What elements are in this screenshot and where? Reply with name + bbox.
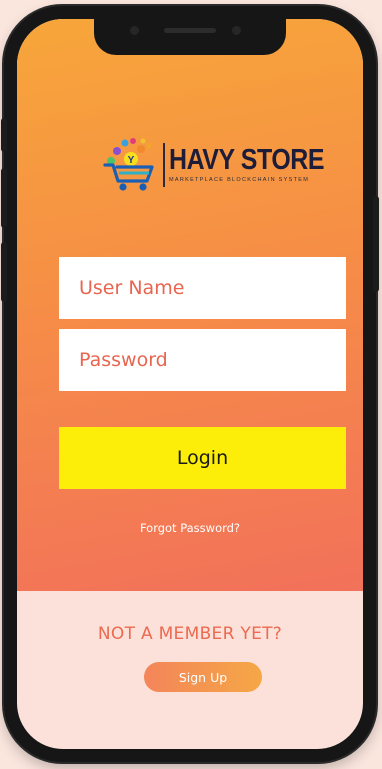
app-screen: Y V HAVY STORE MARKETPLACE BLOCKCHAIN SY… (17, 19, 363, 749)
silent-switch (1, 118, 7, 152)
logo-badge-letter: Y (128, 155, 135, 166)
signup-prompt: NOT A MEMBER YET? (97, 624, 283, 644)
brand-logo: Y V HAVY STORE MARKETPLACE BLOCKCHAIN SY… (103, 137, 325, 197)
front-camera (232, 26, 241, 35)
username-input[interactable] (59, 257, 346, 319)
phone-frame: Y V HAVY STORE MARKETPLACE BLOCKCHAIN SY… (1, 6, 379, 762)
brand-tagline: MARKETPLACE BLOCKCHAIN SYSTEM (169, 177, 310, 183)
login-button[interactable]: Login (59, 427, 346, 489)
volume-down-button (1, 242, 7, 302)
forgot-password-link[interactable]: Forgot Password? (17, 521, 363, 535)
password-input[interactable] (59, 329, 346, 391)
earpiece-speaker (164, 28, 216, 33)
logo-divider (163, 143, 165, 187)
shopping-cart-icon: Y V (103, 138, 154, 191)
volume-up-button (1, 168, 7, 228)
logo-corner-letter: V (146, 142, 152, 151)
brand-name: HAVY STORE (169, 144, 325, 176)
sign-up-button[interactable]: Sign Up (144, 662, 262, 692)
phone-notch (94, 19, 286, 55)
sensor-dot (130, 26, 139, 35)
power-button (373, 196, 379, 292)
